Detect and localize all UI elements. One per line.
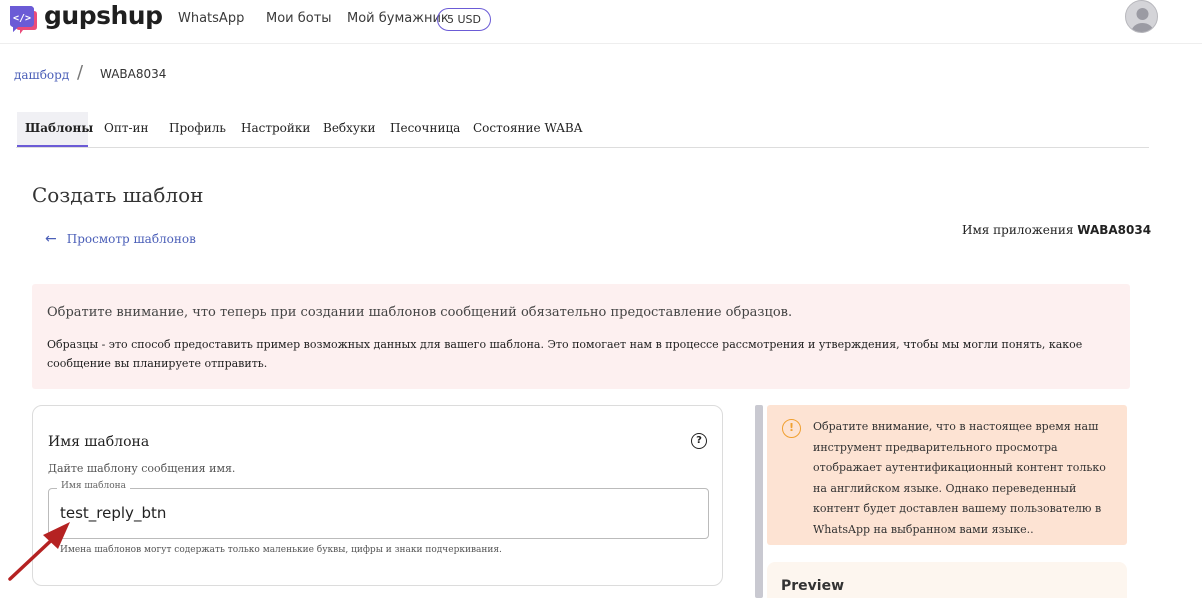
notice-body: Образцы - это способ предоставить пример… [47,338,1083,370]
tab-webhooks[interactable]: Вебхуки [323,112,375,147]
preview-language-warning: ! Обратите внимание, что в настоящее вре… [767,405,1127,545]
user-avatar[interactable] [1125,0,1158,33]
template-name-field[interactable]: Имя шаблона [48,481,709,539]
warning-text: Обратите внимание, что в настоящее время… [813,420,1106,536]
user-silhouette-icon [1131,8,1154,32]
tab-profile[interactable]: Профиль [169,112,226,147]
brand-name[interactable]: gupshup [44,1,163,30]
tab-templates[interactable]: Шаблоны [17,112,93,147]
nav-whatsapp[interactable]: WhatsApp [178,11,244,26]
breadcrumb-separator: / [77,62,84,83]
app-name-value: WABA8034 [1077,223,1152,237]
annotation-arrow-icon [8,522,70,581]
wallet-balance-badge[interactable]: 5 USD [437,8,491,31]
tab-opt-in[interactable]: Опт-ин [104,112,149,147]
tab-waba-status[interactable]: Состояние WABA [473,112,582,147]
breadcrumb-current: WABA8034 [100,67,167,81]
app-tabs: Шаблоны Опт-ин Профиль Настройки Вебхуки… [16,112,1149,148]
template-name-field-label: Имя шаблона [57,481,131,491]
warning-icon: ! [782,419,801,438]
template-name-input[interactable] [60,504,660,522]
view-templates-link[interactable]: ← Просмотр шаблонов [45,231,196,247]
breadcrumb-dashboard-link[interactable]: дашборд [14,68,69,82]
template-name-helper-text: Имена шаблонов могут содержать только ма… [60,545,502,555]
page-title: Создать шаблон [32,183,204,207]
arrow-left-icon: ← [45,231,57,247]
nav-my-wallet[interactable]: Мой бумажник [347,11,449,26]
gupshup-logo-icon[interactable]: </> [6,3,38,35]
svg-text:</>: </> [13,13,31,24]
samples-notice: Обратите внимание, что теперь при создан… [32,284,1130,389]
view-templates-label: Просмотр шаблонов [66,232,196,246]
template-name-subtitle: Дайте шаблону сообщения имя. [48,462,236,475]
app-name-display: Имя приложения WABA8034 [962,223,1151,237]
preview-panel: Preview [767,562,1127,598]
top-navigation-bar: </> gupshup WhatsApp Мои боты Мой бумажн… [0,0,1202,44]
tab-sandbox[interactable]: Песочница [390,112,460,147]
template-name-heading: Имя шаблона [48,434,150,450]
app-name-label: Имя приложения [962,223,1074,237]
help-icon[interactable]: ? [691,433,707,449]
notice-heading: Обратите внимание, что теперь при создан… [47,305,793,320]
panel-scrollbar[interactable] [755,405,763,598]
nav-my-bots[interactable]: Мои боты [266,11,332,26]
tab-settings[interactable]: Настройки [241,112,310,147]
preview-title: Preview [781,578,845,594]
template-name-card: Имя шаблона ? Дайте шаблону сообщения им… [32,405,723,586]
